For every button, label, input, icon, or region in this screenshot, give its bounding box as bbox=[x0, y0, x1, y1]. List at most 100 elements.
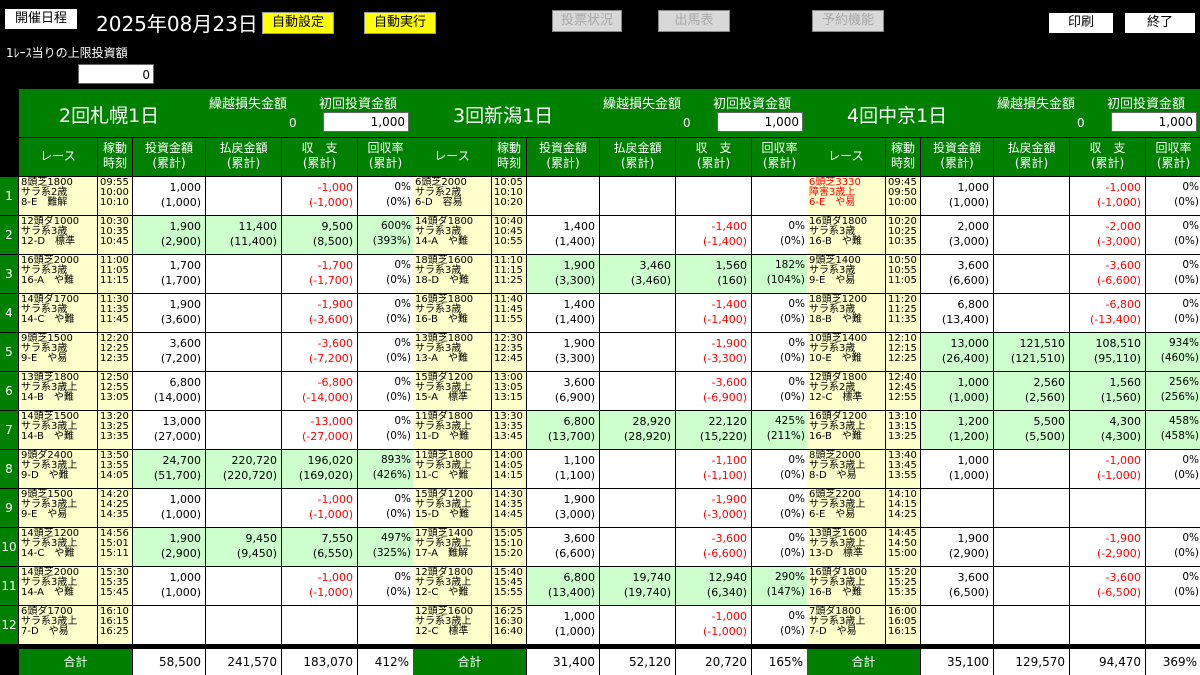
cell-line: (51,700) bbox=[153, 469, 201, 482]
venue-panel: 4回中京1日 繰越損失金額 0 初回投資金額 1,000 レース 稼動 時刻 投資金額 (累計) 払… bbox=[807, 89, 1200, 675]
cell-line: (121,510) bbox=[1010, 352, 1065, 365]
race-info-cell[interactable]: 6頭芝2000 サラ系2歳 6-D 容易 bbox=[413, 177, 491, 215]
cell-line: -1,900 bbox=[711, 337, 747, 350]
race-info-cell[interactable]: 8頭芝1800 サラ系2歳 8-E 難解 bbox=[19, 177, 97, 215]
race-info-cell[interactable]: 14頭芝2000 サラ系3歳上 14-A や難 bbox=[19, 567, 97, 605]
race-info-cell[interactable]: 9頭芝1400 サラ系3歳 9-E や易 bbox=[807, 255, 885, 293]
race-info-cell[interactable]: 10頭芝1400 サラ系3歳 10-E や難 bbox=[807, 333, 885, 371]
rate-cell: 0% (0%) bbox=[752, 489, 807, 527]
race-info-cell[interactable]: 6頭芝3330 障害3歳上 6-E や易 bbox=[807, 177, 885, 215]
payout-cell bbox=[600, 216, 675, 254]
payout-cell: 121,510 (121,510) bbox=[994, 333, 1069, 371]
cell-line: (-27,000) bbox=[301, 430, 353, 443]
race-info-cell[interactable]: 9頭ダ2400 サラ系3歳上 9-D や難 bbox=[19, 450, 97, 488]
race-info-cell[interactable]: 12頭芝1600 サラ系3歳上 12-C 標準 bbox=[413, 606, 491, 644]
initial-bet-input[interactable]: 1,000 bbox=[1111, 112, 1197, 132]
race-info-cell[interactable]: 16頭ダ1200 サラ系3歳上 16-B や難 bbox=[807, 411, 885, 449]
balance-cell: -1,000 (-1,000) bbox=[282, 489, 357, 527]
cell-line: -3,600 bbox=[711, 376, 747, 389]
venue-header: 2回札幌1日 繰越損失金額 0 初回投資金額 1,000 bbox=[19, 89, 413, 137]
cell-line: 15-D や難 bbox=[415, 509, 470, 520]
race-info-cell[interactable]: 13頭芝1600 サラ系3歳上 13-D 標準 bbox=[807, 528, 885, 566]
cell-line: (1,000) bbox=[948, 469, 989, 482]
cell-line: (3,300) bbox=[554, 274, 595, 287]
max-bet-input[interactable]: 0 bbox=[78, 64, 154, 84]
race-info-cell[interactable]: 14頭ダ1700 サラ系3歳 14-C や難 bbox=[19, 294, 97, 332]
race-info-cell[interactable]: 18頭芝1600 サラ系3歳 18-D や難 bbox=[413, 255, 491, 293]
cell-line: (6,600) bbox=[554, 547, 595, 560]
schedule-button[interactable]: 開催日程 bbox=[4, 8, 78, 30]
race-info-cell[interactable]: 12頭ダ1800 サラ系2歳 12-C 標準 bbox=[807, 372, 885, 410]
race-info-cell[interactable]: 7頭ダ1800 サラ系3歳上 7-D や易 bbox=[807, 606, 885, 644]
balance-cell: -1,000 (-1,000) bbox=[1070, 177, 1145, 215]
exit-button[interactable]: 終了 bbox=[1124, 12, 1196, 34]
payout-cell: 19,740 (19,740) bbox=[600, 567, 675, 605]
cell-line: 投資金額 bbox=[538, 141, 587, 155]
print-button[interactable]: 印刷 bbox=[1048, 12, 1114, 34]
payout-cell bbox=[206, 333, 281, 371]
race-info-cell[interactable]: 15頭ダ1200 サラ系3歳上 15-D や難 bbox=[413, 489, 491, 527]
cell-line: (1,560) bbox=[1100, 391, 1141, 404]
time-cell: 13:00 13:05 13:15 bbox=[492, 372, 526, 410]
race-info-cell[interactable]: 15頭ダ1200 サラ系3歳上 15-A 標準 bbox=[413, 372, 491, 410]
race-info-cell[interactable]: 9頭芝1500 サラ系3歳上 9-E や易 bbox=[19, 489, 97, 527]
reservation-button[interactable]: 予約機能 bbox=[812, 10, 884, 32]
cell-line: (0%) bbox=[780, 547, 805, 559]
race-info-cell[interactable]: 18頭芝1200 サラ系3歳 18-B や難 bbox=[807, 294, 885, 332]
bet-cell: 1,000 (1,000) bbox=[921, 177, 993, 215]
cell-line: -1,000 bbox=[317, 571, 353, 584]
entries-button[interactable]: 出馬表 bbox=[658, 10, 730, 32]
race-info-cell[interactable]: 17頭芝1400 サラ系3歳上 17-A 難解 bbox=[413, 528, 491, 566]
carry-loss-value: 0 bbox=[683, 116, 691, 130]
cell-line: 12:25 bbox=[888, 353, 917, 364]
balance-cell: -1,100 (-1,100) bbox=[676, 450, 751, 488]
cell-line: 12:45 bbox=[494, 353, 523, 364]
balance-cell bbox=[1070, 606, 1145, 644]
cell-line: (14,000) bbox=[153, 391, 201, 404]
cell-line: 0% bbox=[1182, 532, 1199, 544]
balance-cell: 9,500 (8,500) bbox=[282, 216, 357, 254]
cell-line: (2,900) bbox=[160, 235, 201, 248]
payout-cell bbox=[994, 177, 1069, 215]
initial-bet-input[interactable]: 1,000 bbox=[717, 112, 803, 132]
race-info-cell[interactable]: 11頭ダ1800 サラ系3歳上 11-D や難 bbox=[413, 411, 491, 449]
cell-line: 12-C や難 bbox=[415, 587, 469, 598]
race-info-cell[interactable]: 13頭芝1800 サラ系3歳 13-A や難 bbox=[413, 333, 491, 371]
cell-line: (-1,000) bbox=[1096, 196, 1141, 209]
race-info-cell[interactable]: 13頭芝1800 サラ系3歳上 14-B や難 bbox=[19, 372, 97, 410]
vote-status-button[interactable]: 投票状況 bbox=[552, 10, 622, 32]
race-info-cell[interactable]: 16頭芝1800 サラ系3歳 16-B や難 bbox=[413, 294, 491, 332]
cell-line: 16:25 bbox=[100, 626, 129, 637]
time-cell: 11:30 11:35 11:45 bbox=[98, 294, 132, 332]
payout-cell bbox=[600, 372, 675, 410]
race-info-cell[interactable]: 9頭芝1500 サラ系3歳 9-E や易 bbox=[19, 333, 97, 371]
race-info-cell[interactable]: 8頭芝2000 サラ系3歳上 8-D や易 bbox=[807, 450, 885, 488]
auto-exec-button[interactable]: 自動実行 bbox=[364, 12, 436, 34]
race-info-cell[interactable]: 6頭ダ1700 サラ系3歳上 7-D や易 bbox=[19, 606, 97, 644]
bet-cell bbox=[527, 177, 599, 215]
race-info-cell[interactable]: 11頭芝1800 サラ系3歳上 11-C や難 bbox=[413, 450, 491, 488]
time-cell: 10:30 10:35 10:45 bbox=[98, 216, 132, 254]
race-info-cell[interactable]: 12頭ダ1800 サラ系3歳上 12-C や難 bbox=[413, 567, 491, 605]
balance-cell: -1,900 (-3,000) bbox=[676, 489, 751, 527]
race-info-cell[interactable]: 16頭芝2000 サラ系3歳 16-A や難 bbox=[19, 255, 97, 293]
auto-setting-button[interactable]: 自動設定 bbox=[262, 12, 334, 34]
race-info-cell[interactable]: 12頭ダ1000 サラ系3歳 12-D 標準 bbox=[19, 216, 97, 254]
cell-line: (393%) bbox=[372, 235, 411, 247]
race-info-cell[interactable]: 6頭芝2200 サラ系3歳上 6-E や易 bbox=[807, 489, 885, 527]
toolbar: 開催日程 2025年08月23日 自動設定 自動実行 投票状況 出馬表 予約機能… bbox=[0, 0, 1200, 88]
cell-line: (累計) bbox=[696, 156, 731, 170]
row-number: 8 bbox=[0, 450, 18, 488]
race-info-cell[interactable]: 16頭ダ1800 サラ系3歳 16-B や難 bbox=[807, 216, 885, 254]
initial-bet-input[interactable]: 1,000 bbox=[323, 112, 409, 132]
cell-line: 10:35 bbox=[888, 236, 917, 247]
cell-line: 投資金額 bbox=[144, 141, 193, 155]
race-info-cell[interactable]: 14頭芝1200 サラ系3歳上 14-C や難 bbox=[19, 528, 97, 566]
race-info-cell[interactable]: 14頭芝1500 サラ系3歳上 14-B や難 bbox=[19, 411, 97, 449]
cell-line: 15:55 bbox=[494, 587, 523, 598]
race-info-cell[interactable]: 16頭ダ1800 サラ系3歳上 16-B や難 bbox=[807, 567, 885, 605]
cell-line: 13:45 bbox=[494, 431, 523, 442]
balance-cell: 7,550 (6,550) bbox=[282, 528, 357, 566]
bet-cell: 1,000 (1,000) bbox=[133, 489, 205, 527]
race-info-cell[interactable]: 14頭ダ1800 サラ系3歳 14-A や難 bbox=[413, 216, 491, 254]
